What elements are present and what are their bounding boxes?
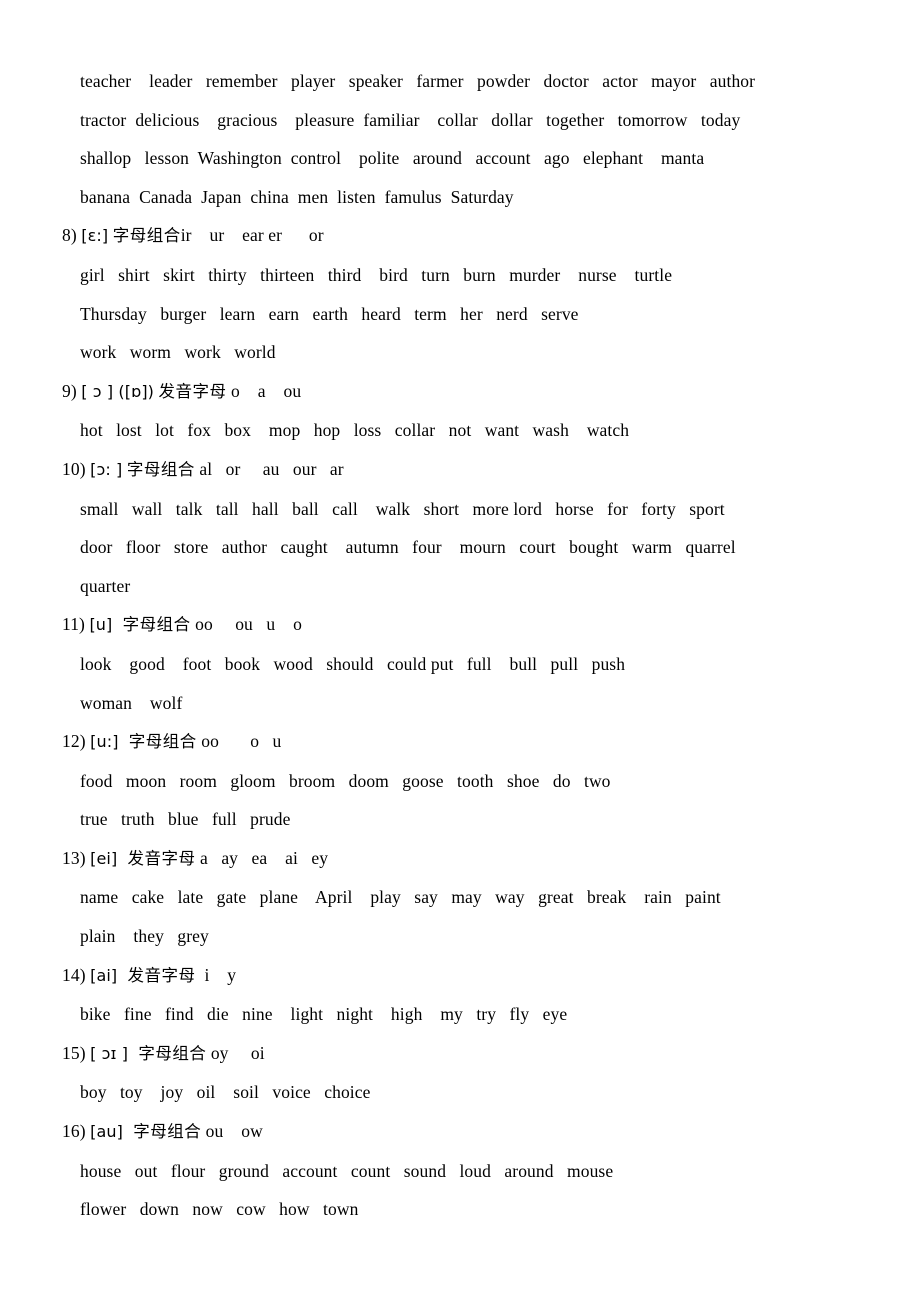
chinese-label: 字母组合	[112, 226, 181, 246]
word-row: boy toy joy oil soil voice choice	[80, 1082, 371, 1103]
phonetic-section: 13) [ei] 发音字母 a ay ea ai ey name cake lat…	[62, 839, 842, 956]
word-row: food moon room gloom broom doom goose to…	[80, 770, 611, 791]
ipa-symbol: [ ɔɪ ]	[90, 1043, 129, 1063]
letter-combinations: oo ou u o	[190, 614, 302, 635]
letter-combinations: a ay ea ai ey	[195, 847, 329, 868]
section-number: 9)	[62, 380, 77, 401]
ipa-symbol: [u]	[89, 615, 113, 635]
section-number: 16)	[62, 1121, 86, 1142]
phonetic-section: 15) [ ɔɪ ] 字母组合 oy oi boy toy joy oil soi…	[62, 1034, 842, 1112]
document-page: teacher leader remember player speaker f…	[0, 0, 920, 1302]
section-heading: 9) [ ɔ ] ([ɒ]) 发音字母 o a ou	[62, 372, 842, 412]
letter-combinations: ir ur ear er or	[180, 225, 324, 246]
word-row: tractor delicious gracious pleasure fami…	[80, 109, 741, 130]
section-number: 11)	[62, 614, 85, 635]
section-heading: 15) [ ɔɪ ] 字母组合 oy oi	[62, 1034, 842, 1074]
ipa-symbol: [u:]	[90, 732, 119, 752]
word-row: small wall talk tall hall ball call walk…	[80, 498, 725, 519]
section-number: 14)	[62, 964, 86, 985]
word-row: shallop lesson Washington control polite…	[80, 148, 705, 169]
letter-combinations: oo o u	[196, 731, 282, 752]
ipa-symbol: [ ɔ ] ([ɒ])	[81, 381, 155, 401]
phonetic-section: 16) [au] 字母组合 ou ow house out flour groun…	[62, 1112, 842, 1229]
section-number: 12)	[62, 731, 86, 752]
chinese-label: 字母组合	[126, 459, 195, 479]
word-row: work worm work world	[80, 342, 276, 363]
ipa-symbol: [ɛ:]	[81, 226, 109, 246]
phonetic-section: 8) [ɛ:] 字母组合ir ur ear er or girl shirt sk…	[62, 216, 842, 371]
word-row: girl shirt skirt thirty thirteen third b…	[80, 264, 673, 285]
word-row: Thursday burger learn earn earth heard t…	[80, 303, 579, 324]
section-heading: 11) [u] 字母组合 oo ou u o	[62, 605, 842, 645]
word-row: banana Canada Japan china men listen fam…	[80, 186, 514, 207]
section-number: 13)	[62, 847, 86, 868]
word-row: true truth blue full prude	[80, 809, 291, 830]
phonetic-section: 14) [ai] 发音字母 i y bike fine find die nine…	[62, 956, 842, 1034]
section-number: 8)	[62, 225, 77, 246]
chinese-label: 发音字母	[158, 381, 227, 401]
letter-combinations: i y	[195, 964, 237, 985]
document-body: teacher leader remember player speaker f…	[62, 62, 842, 1229]
chinese-label: 字母组合	[116, 615, 191, 635]
phonetic-section: 12) [u:] 字母组合 oo o u food moon room gloom…	[62, 722, 842, 839]
section-number: 15)	[62, 1042, 86, 1063]
word-row: teacher leader remember player speaker f…	[80, 71, 756, 91]
word-row: quarter	[80, 575, 131, 596]
word-row: flower down now cow how town	[80, 1199, 359, 1220]
ipa-symbol: [ai]	[90, 965, 118, 985]
word-row: woman wolf	[80, 692, 183, 713]
word-row: door floor store author caught autumn fo…	[80, 537, 736, 558]
word-row: bike fine find die nine light night high…	[80, 1004, 568, 1025]
word-row: house out flour ground account count sou…	[80, 1160, 614, 1181]
chinese-label: 字母组合	[127, 1122, 202, 1142]
section-heading: 13) [ei] 发音字母 a ay ea ai ey	[62, 839, 842, 879]
letter-combinations: o a ou	[226, 380, 302, 401]
letter-combinations: ou ow	[201, 1121, 263, 1142]
ipa-symbol: [ei]	[90, 848, 118, 868]
section-heading: 16) [au] 字母组合 ou ow	[62, 1112, 842, 1152]
phonetic-section: 9) [ ɔ ] ([ɒ]) 发音字母 o a ou hot lost lot f…	[62, 372, 842, 450]
word-row: name cake late gate plane April play say…	[80, 887, 721, 908]
chinese-label: 发音字母	[121, 848, 196, 868]
letter-combinations: oy oi	[206, 1042, 265, 1063]
section-heading: 10) [ɔ: ] 字母组合 al or au our ar	[62, 450, 842, 490]
ipa-symbol: [au]	[90, 1122, 123, 1142]
word-row: plain they grey	[80, 926, 209, 947]
chinese-label: 发音字母	[121, 965, 196, 985]
section-heading: 14) [ai] 发音字母 i y	[62, 956, 842, 996]
chinese-label: 字母组合	[123, 732, 197, 752]
letter-combinations: al or au our ar	[194, 458, 344, 479]
chinese-label: 字母组合	[132, 1043, 207, 1063]
phonetic-section: 10) [ɔ: ] 字母组合 al or au our ar small wall…	[62, 450, 842, 605]
section-heading: 12) [u:] 字母组合 oo o u	[62, 722, 842, 762]
phonetic-section: 11) [u] 字母组合 oo ou u o look good foot boo…	[62, 605, 842, 722]
word-row: look good foot book wood should could pu…	[80, 653, 626, 674]
section-heading: 8) [ɛ:] 字母组合ir ur ear er or	[62, 216, 842, 256]
ipa-symbol: [ɔ: ]	[90, 459, 123, 479]
section-number: 10)	[62, 458, 86, 479]
word-row: hot lost lot fox box mop hop loss collar…	[80, 420, 630, 441]
